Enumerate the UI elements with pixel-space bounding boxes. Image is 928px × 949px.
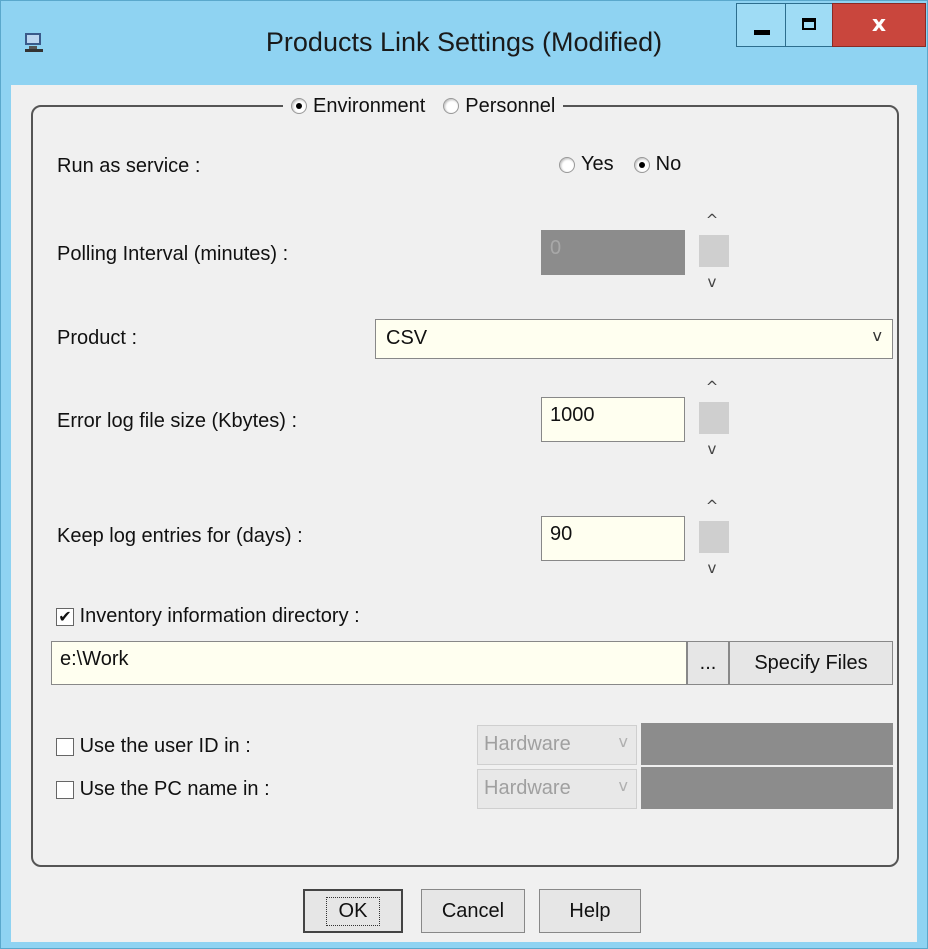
browse-button[interactable]: ... (687, 641, 729, 685)
keep-log-days-label: Keep log entries for (days) : (57, 525, 303, 547)
inventory-directory-checkbox[interactable]: ✔ (56, 607, 74, 626)
use-user-id-checkbox[interactable] (56, 737, 74, 756)
spin-up-icon[interactable]: ^ (695, 372, 729, 402)
chevron-down-icon: v (872, 326, 882, 345)
mode-radio-group: Environment Personnel (283, 91, 564, 121)
chevron-down-icon: v (618, 732, 628, 751)
spin-down-icon[interactable]: v (695, 267, 729, 297)
minimize-button[interactable] (736, 3, 786, 47)
environment-radio[interactable] (291, 98, 307, 114)
personnel-radio[interactable] (443, 98, 460, 114)
product-select[interactable]: CSV v (375, 319, 893, 359)
pc-name-field-input[interactable] (641, 767, 893, 809)
inventory-directory-row[interactable]: ✔ Inventory information directory : (56, 605, 360, 628)
title-bar[interactable]: Products Link Settings (Modified) x (1, 1, 927, 85)
use-pc-name-row[interactable]: Use the PC name in : (56, 778, 270, 801)
specify-files-button[interactable]: Specify Files (729, 641, 893, 685)
service-no-label: No (655, 153, 682, 175)
user-id-source-select[interactable]: Hardware v (477, 725, 637, 765)
personnel-option[interactable]: Personnel (443, 95, 555, 118)
ok-button[interactable]: OK (303, 889, 403, 933)
products-link-settings-window: Products Link Settings (Modified) x Envi… (0, 0, 928, 949)
environment-label: Environment (313, 94, 426, 117)
service-no-option[interactable]: No (633, 153, 682, 176)
pc-name-source-select[interactable]: Hardware v (477, 769, 637, 809)
service-no-radio[interactable] (633, 156, 650, 173)
spin-track (699, 521, 729, 553)
spin-up-icon[interactable]: ^ (695, 205, 729, 235)
polling-interval-spinner[interactable]: ^ v (695, 205, 729, 299)
spin-down-icon[interactable]: v (695, 434, 729, 464)
ok-button-label: OK (325, 896, 381, 926)
user-id-field-input[interactable] (641, 723, 893, 765)
inventory-directory-path-input[interactable]: e:\Work (51, 641, 687, 685)
maximize-button[interactable] (785, 3, 833, 47)
user-id-source-value: Hardware (484, 733, 571, 755)
spin-track (699, 402, 729, 434)
use-pc-name-checkbox[interactable] (56, 780, 74, 799)
service-yes-option[interactable]: Yes (559, 153, 614, 176)
run-as-service-label: Run as service : (57, 155, 201, 177)
inventory-directory-label: Inventory information directory : (79, 605, 360, 627)
chevron-down-icon: v (618, 776, 628, 795)
spin-down-icon[interactable]: v (695, 553, 729, 583)
polling-interval-label: Polling Interval (minutes) : (57, 243, 289, 265)
spin-track (699, 235, 729, 267)
error-log-size-spinner[interactable]: ^ v (695, 372, 729, 466)
pc-name-source-value: Hardware (484, 777, 571, 799)
environment-option[interactable]: Environment (291, 95, 425, 118)
dialog-body: Environment Personnel Run as service : Y… (11, 85, 917, 942)
polling-interval-input[interactable]: 0 (541, 230, 685, 275)
spin-up-icon[interactable]: ^ (695, 491, 729, 521)
product-select-value: CSV (386, 327, 428, 349)
run-as-service-radios: Yes No (559, 153, 681, 176)
error-log-size-input[interactable]: 1000 (541, 397, 685, 442)
service-yes-radio[interactable] (559, 156, 575, 173)
product-label: Product : (57, 327, 138, 349)
personnel-label: Personnel (465, 94, 556, 117)
keep-log-days-input[interactable]: 90 (541, 516, 685, 561)
service-yes-label: Yes (581, 153, 614, 175)
close-button[interactable]: x (832, 3, 926, 47)
cancel-button[interactable]: Cancel (421, 889, 525, 933)
maximize-icon (802, 18, 816, 30)
use-user-id-label: Use the user ID in : (79, 735, 251, 757)
error-log-size-label: Error log file size (Kbytes) : (57, 410, 298, 432)
use-user-id-row[interactable]: Use the user ID in : (56, 735, 251, 758)
use-pc-name-label: Use the PC name in : (79, 778, 270, 800)
close-icon: x (871, 12, 887, 37)
keep-log-days-spinner[interactable]: ^ v (695, 491, 729, 585)
help-button[interactable]: Help (539, 889, 641, 933)
minimize-icon (754, 30, 770, 35)
